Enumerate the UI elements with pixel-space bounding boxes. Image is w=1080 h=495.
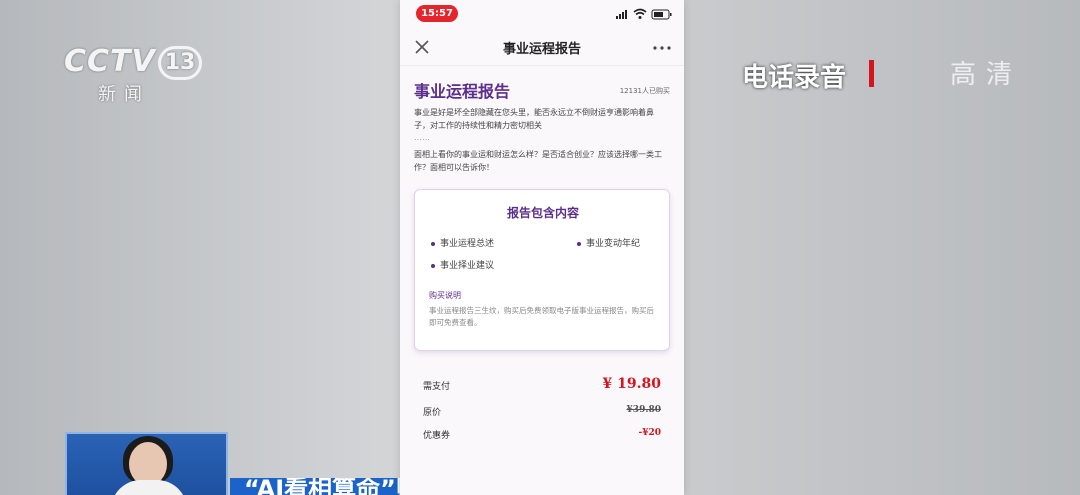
original-price-label: 原价 <box>423 408 442 418</box>
signal-icon <box>616 10 627 19</box>
coupon-row[interactable]: 优惠券 -¥20 <box>423 428 661 448</box>
pay-label: 需支付 <box>423 382 451 392</box>
nav-title: 事业运程报告 <box>502 42 581 57</box>
pay-row: 需支付 ¥ 19.80 <box>423 376 661 399</box>
report-title: 事业运程报告 <box>414 82 511 101</box>
anchor-body <box>111 480 187 495</box>
bullet-icon <box>431 241 435 246</box>
original-price-row: 原价 ¥39.80 <box>423 405 661 425</box>
list-item-label: 事业择业建议 <box>440 261 495 271</box>
purchase-heading: 购买说明 <box>429 291 461 300</box>
wifi-icon <box>633 8 647 19</box>
original-price-value: ¥39.80 <box>626 405 661 415</box>
coupon-value: -¥20 <box>638 428 661 438</box>
list-item: 事业变动年纪 <box>577 236 640 249</box>
list-item-label: 事业变动年纪 <box>586 239 641 249</box>
list-item: 事业择业建议 <box>431 258 494 271</box>
bullet-icon <box>577 241 581 246</box>
cctv-channel-number: 13 <box>158 46 202 80</box>
pay-value: ¥ 19.80 <box>602 376 661 392</box>
status-icons <box>616 8 672 20</box>
buyers-count: 12131人已购买 <box>619 87 670 95</box>
intro-ellipsis: …… <box>414 133 430 142</box>
battery-icon <box>651 9 672 20</box>
anchor-thumbnail <box>65 432 228 495</box>
card-title: 报告包含内容 <box>506 206 579 220</box>
bullet-icon <box>431 263 435 268</box>
question-text: 面相上看你的事业运和财运怎么样？是否适合创业？应该选择哪一类工作？面相可以告诉你… <box>414 150 662 172</box>
report-contents-card: 报告包含内容 事业运程总述 事业变动年纪 事业择业建议 购买说明 事业运程报告三… <box>414 189 670 351</box>
recording-label: 电话录音 <box>742 63 847 93</box>
cctv-channel-subtitle: 新闻 <box>98 84 150 105</box>
phone-screen: 15:57 事业运程报告 事业运程报告 12131人已购买 事业是好是坏全部隐藏… <box>400 0 684 495</box>
list-item-label: 事业运程总述 <box>440 239 495 249</box>
status-time: 15:57 <box>416 5 458 22</box>
more-icon[interactable] <box>652 45 672 51</box>
status-bar: 15:57 <box>400 0 684 28</box>
recording-indicator-bar <box>869 60 874 87</box>
coupon-label: 优惠券 <box>423 431 451 441</box>
intro-text: 事业是好是坏全部隐藏在您头里，能否永远立不倒财运亨通影响着鼻子，对工作的持续性和… <box>414 108 654 130</box>
purchase-note: 事业运程报告三生纹，购买后免费领取电子版事业运程报告，购买后即可免费查看。 <box>429 306 654 327</box>
list-item: 事业运程总述 <box>431 236 494 249</box>
cctv-logo-text: CCTV <box>64 44 156 79</box>
page-content: 事业运程报告 12131人已购买 事业是好是坏全部隐藏在您头里，能否永远立不倒财… <box>400 66 684 495</box>
hd-label: 高清 <box>950 60 1023 90</box>
nav-bar: 事业运程报告 <box>400 28 684 66</box>
